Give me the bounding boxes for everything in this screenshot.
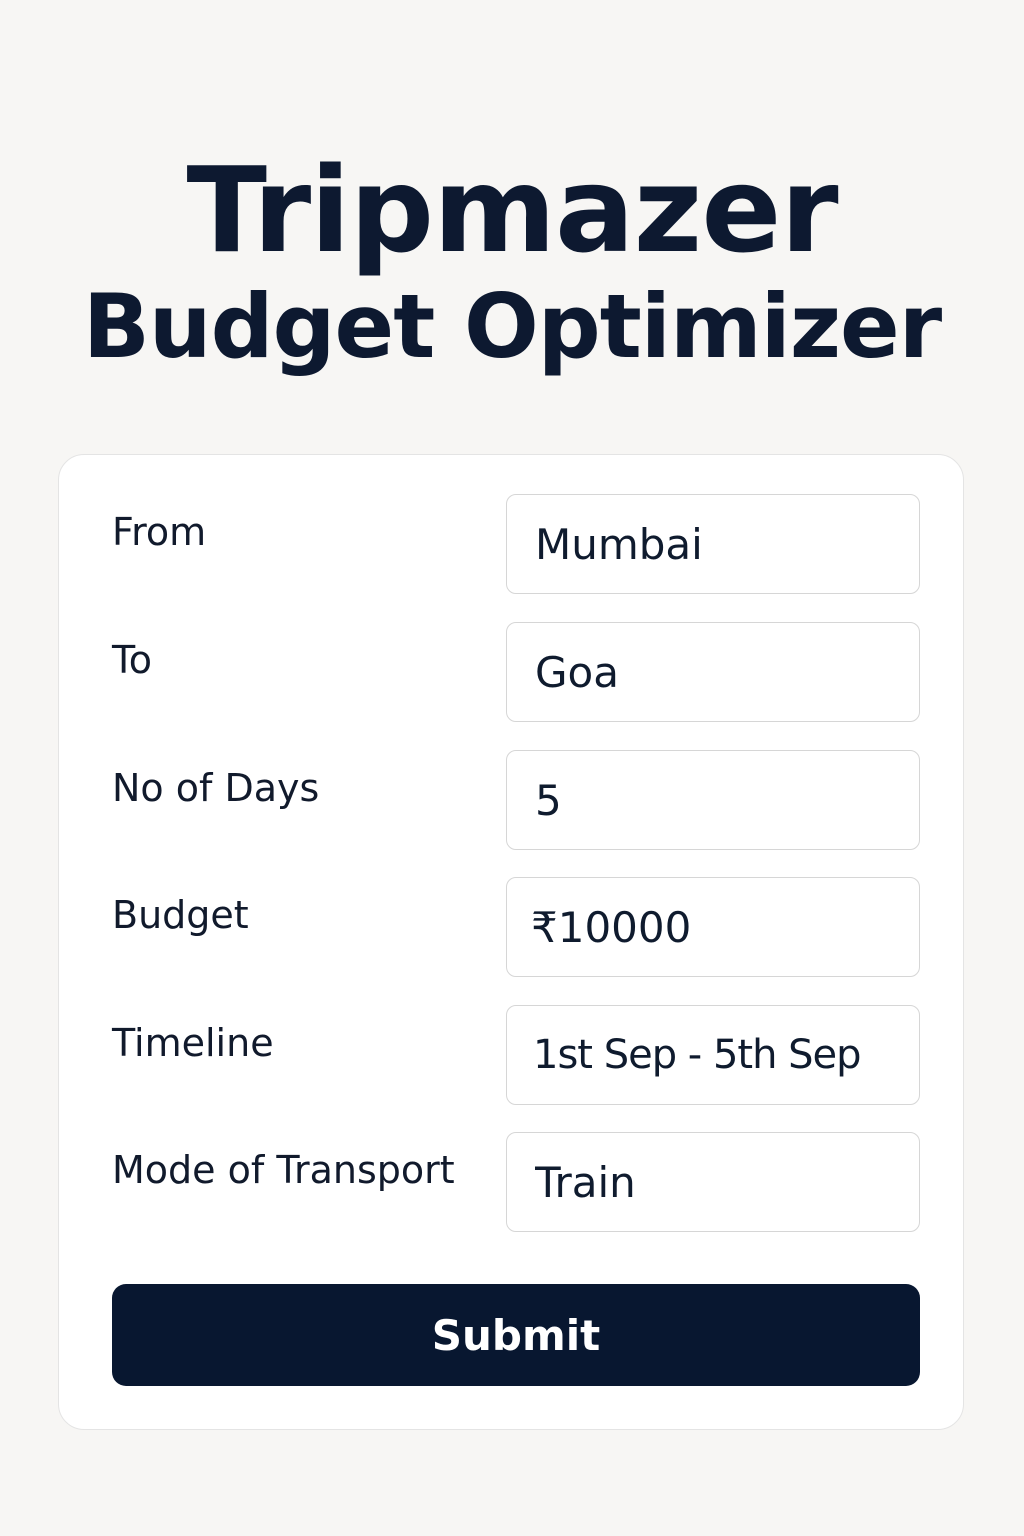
app-subtitle: Budget Optimizer xyxy=(82,275,942,378)
to-row: To xyxy=(59,622,963,722)
from-row: From xyxy=(59,494,963,594)
to-input[interactable] xyxy=(506,622,920,722)
budget-row: Budget xyxy=(59,877,963,977)
budget-label: Budget xyxy=(112,893,249,937)
transport-label: Mode of Transport xyxy=(112,1148,455,1192)
app-title: Tripmazer xyxy=(186,141,838,279)
to-label: To xyxy=(112,638,153,682)
transport-input[interactable] xyxy=(506,1132,920,1232)
days-input[interactable] xyxy=(506,750,920,850)
timeline-row: Timeline xyxy=(59,1005,963,1105)
timeline-input[interactable] xyxy=(506,1005,920,1105)
trip-form: From To No of Days Budget Timeline Mode … xyxy=(58,454,964,1430)
days-label: No of Days xyxy=(112,766,320,810)
from-input[interactable] xyxy=(506,494,920,594)
timeline-label: Timeline xyxy=(112,1021,274,1065)
days-row: No of Days xyxy=(59,750,963,850)
budget-input[interactable] xyxy=(506,877,920,977)
transport-row: Mode of Transport xyxy=(59,1132,963,1232)
from-label: From xyxy=(112,510,207,554)
page-header: Tripmazer Budget Optimizer xyxy=(0,140,1024,382)
submit-button[interactable]: Submit xyxy=(112,1284,920,1386)
